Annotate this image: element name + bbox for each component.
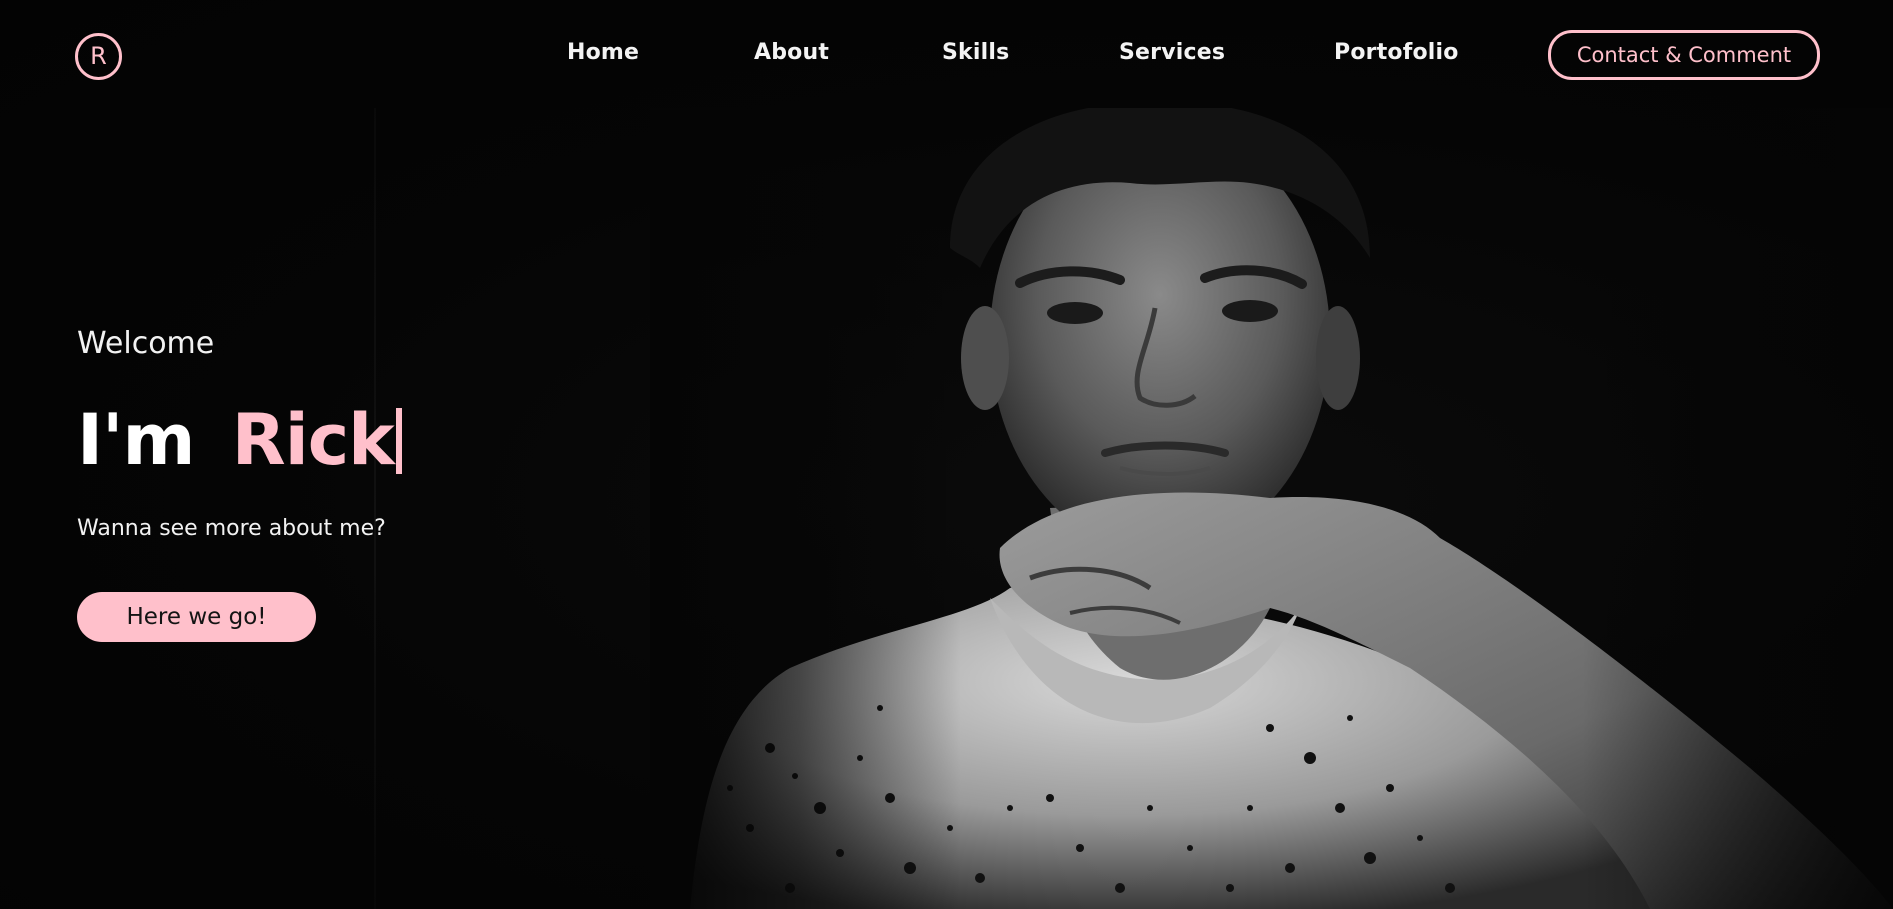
headline-name: Rick: [231, 399, 395, 481]
nav-portfolio-link[interactable]: Portofolio: [1334, 40, 1459, 65]
page: R Home About Skills Services Portofolio …: [0, 0, 1893, 909]
hero-headline: I'm Rick: [77, 398, 402, 482]
nav-home-link[interactable]: Home: [567, 40, 639, 65]
site-header: R Home About Skills Services Portofolio …: [0, 0, 1893, 110]
contact-comment-button[interactable]: Contact & Comment: [1548, 30, 1820, 80]
welcome-text: Welcome: [77, 326, 215, 361]
here-we-go-button[interactable]: Here we go!: [77, 592, 316, 642]
nav-services-link[interactable]: Services: [1119, 40, 1225, 65]
typing-cursor: [395, 408, 402, 474]
hero-subtext: Wanna see more about me?: [77, 516, 386, 541]
nav-skills-link[interactable]: Skills: [942, 40, 1009, 65]
background-divider: [374, 108, 376, 909]
nav-about-link[interactable]: About: [754, 40, 829, 65]
portrait-photo: [650, 108, 1893, 909]
headline-prefix: I'm: [77, 399, 195, 481]
